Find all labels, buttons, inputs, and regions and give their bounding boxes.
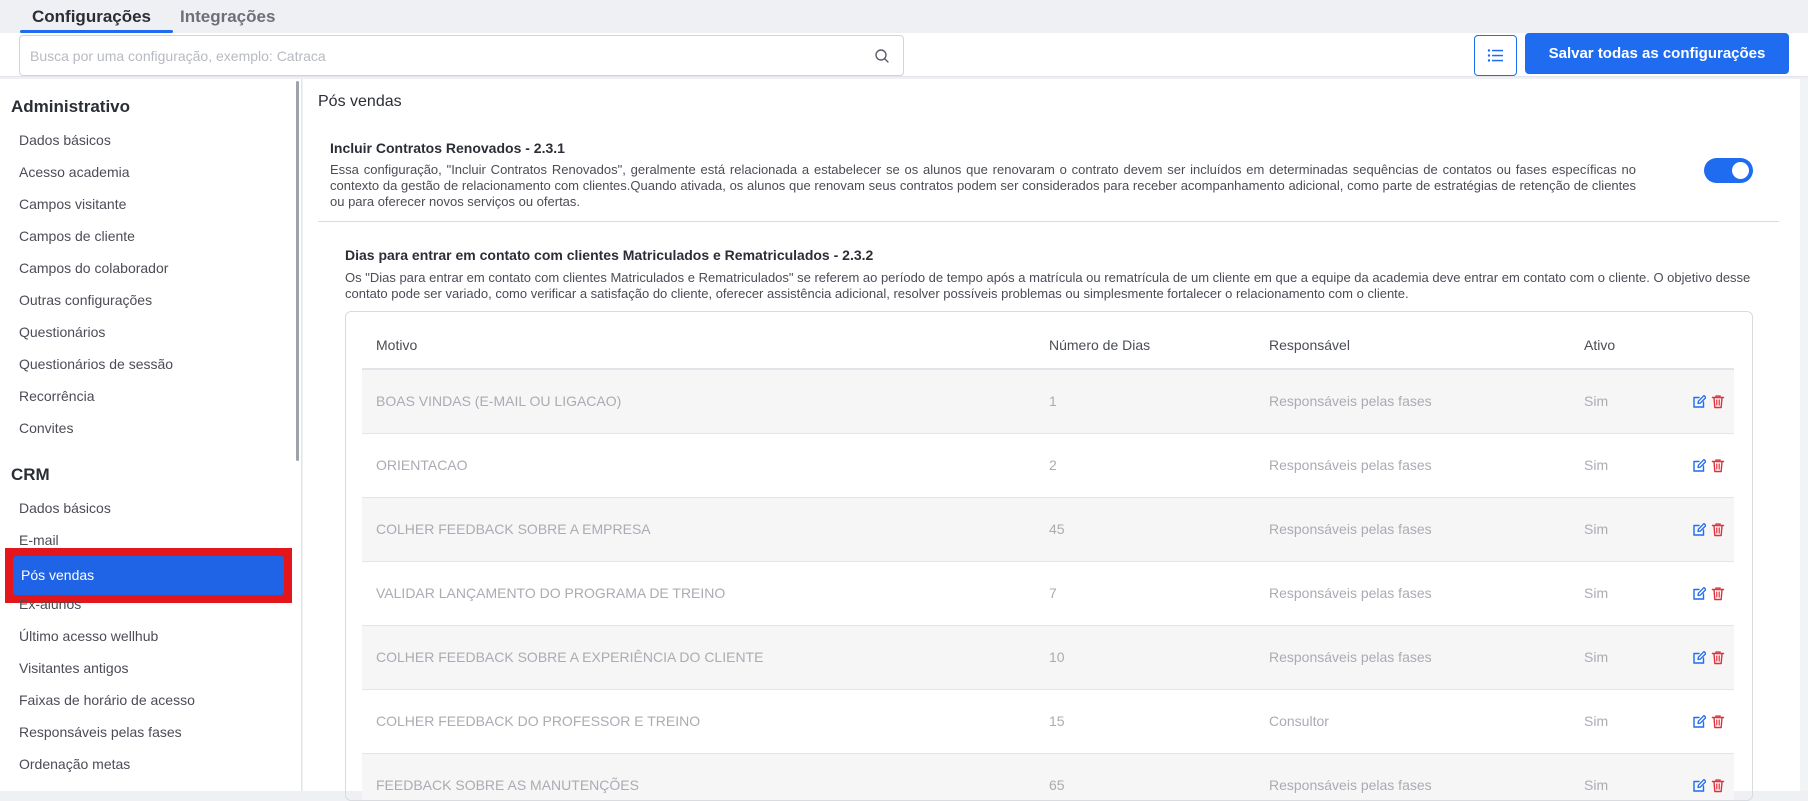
sidebar-item-recorrencia[interactable]: Recorrência bbox=[19, 388, 94, 404]
setting-dias-contato-description: Os "Dias para entrar em contato com clie… bbox=[345, 270, 1751, 301]
column-header-ativo: Ativo bbox=[1584, 337, 1616, 353]
column-header-responsavel: Responsável bbox=[1269, 337, 1350, 353]
incluir-contratos-toggle[interactable] bbox=[1704, 158, 1753, 183]
cell-numero-dias: 2 bbox=[1049, 457, 1057, 473]
table-row: COLHER FEEDBACK SOBRE A EXPERIÊNCIA DO C… bbox=[362, 626, 1734, 690]
toggle-knob bbox=[1732, 162, 1749, 179]
cell-numero-dias: 1 bbox=[1049, 393, 1057, 409]
setting-dias-contato-title: Dias para entrar em contato com clientes… bbox=[345, 247, 874, 263]
save-all-button[interactable]: Salvar todas as configurações bbox=[1525, 33, 1789, 74]
main-content: Pós vendas Incluir Contratos Renovados -… bbox=[303, 79, 1808, 801]
cell-responsavel: Responsáveis pelas fases bbox=[1269, 457, 1432, 473]
edit-icon[interactable] bbox=[1692, 458, 1707, 473]
search-input[interactable] bbox=[30, 36, 870, 75]
sidebar-item-ordenacao-metas[interactable]: Ordenação metas bbox=[19, 756, 130, 772]
pos-vendas-table: Motivo Número de Dias Responsável Ativo … bbox=[345, 311, 1753, 801]
cell-ativo: Sim bbox=[1584, 649, 1609, 665]
sidebar-item-ex-alunos[interactable]: Ex-alunos bbox=[19, 596, 81, 612]
sidebar-item-responsaveis-fases[interactable]: Responsáveis pelas fases bbox=[19, 724, 182, 740]
cell-motivo: COLHER FEEDBACK DO PROFESSOR E TREINO bbox=[376, 713, 701, 729]
divider bbox=[318, 221, 1779, 222]
trash-icon[interactable] bbox=[1711, 458, 1725, 473]
cell-responsavel: Responsáveis pelas fases bbox=[1269, 393, 1432, 409]
table-row: BOAS VINDAS (E-MAIL OU LIGACAO) 1 Responsá… bbox=[362, 370, 1734, 434]
cell-responsavel: Responsáveis pelas fases bbox=[1269, 521, 1432, 537]
sidebar-section-administrativo: Administrativo bbox=[11, 97, 131, 116]
cell-numero-dias: 7 bbox=[1049, 585, 1057, 601]
cell-numero-dias: 10 bbox=[1049, 649, 1065, 665]
table-row: COLHER FEEDBACK DO PROFESSOR E TREINO 15 C… bbox=[362, 690, 1734, 754]
search-box bbox=[19, 35, 904, 76]
trash-icon[interactable] bbox=[1711, 394, 1725, 409]
sidebar-section-crm: CRM bbox=[11, 465, 50, 484]
cell-ativo: Sim bbox=[1584, 713, 1609, 729]
sidebar-item-acesso-academia[interactable]: Acesso academia bbox=[19, 164, 130, 180]
setting-incluir-contratos-title: Incluir Contratos Renovados - 2.3.1 bbox=[330, 140, 565, 156]
sidebar-item-convites[interactable]: Convites bbox=[19, 420, 73, 436]
cell-motivo: BOAS VINDAS (E-MAIL OU LIGACAO) bbox=[376, 393, 622, 409]
cell-ativo: Sim bbox=[1584, 521, 1609, 537]
sidebar-item-campos-visitante[interactable]: Campos visitante bbox=[19, 196, 126, 212]
table-row: COLHER FEEDBACK SOBRE A EMPRESA 45 Respons… bbox=[362, 498, 1734, 562]
edit-icon[interactable] bbox=[1692, 650, 1707, 665]
trash-icon[interactable] bbox=[1711, 714, 1725, 729]
sidebar: Administrativo Dados básicos Acesso acad… bbox=[0, 79, 302, 791]
sidebar-item-campos-colaborador[interactable]: Campos do colaborador bbox=[19, 260, 168, 276]
cell-ativo: Sim bbox=[1584, 457, 1609, 473]
sidebar-item-pos-vendas[interactable]: Pós vendas bbox=[13, 556, 284, 595]
sidebar-item-questionarios[interactable]: Questionários bbox=[19, 324, 105, 340]
tab-bar: Configurações Integrações bbox=[0, 0, 1808, 33]
cell-motivo: ORIENTACAO bbox=[376, 457, 468, 473]
sidebar-item-ultimo-acesso-wellhub[interactable]: Último acesso wellhub bbox=[19, 628, 158, 644]
edit-icon[interactable] bbox=[1692, 394, 1707, 409]
toolbar: Salvar todas as configurações bbox=[0, 33, 1808, 77]
column-header-numero-dias: Número de Dias bbox=[1049, 337, 1151, 353]
cell-ativo: Sim bbox=[1584, 393, 1609, 409]
sidebar-active-highlight: Pós vendas bbox=[5, 548, 292, 603]
table-row: VALIDAR LANÇAMENTO DO PROGRAMA DE TREINO… bbox=[362, 562, 1734, 626]
cell-motivo: COLHER FEEDBACK SOBRE A EXPERIÊNCIA DO C… bbox=[376, 649, 764, 665]
edit-icon[interactable] bbox=[1692, 714, 1707, 729]
sidebar-scrollbar[interactable] bbox=[296, 81, 299, 461]
tab-configuracoes[interactable]: Configurações bbox=[10, 0, 174, 33]
tab-integracoes[interactable]: Integrações bbox=[158, 0, 297, 33]
sidebar-item-questionarios-sessao[interactable]: Questionários de sessão bbox=[19, 356, 173, 372]
cell-responsavel: Responsáveis pelas fases bbox=[1269, 649, 1432, 665]
trash-icon[interactable] bbox=[1711, 522, 1725, 537]
list-icon bbox=[1487, 49, 1503, 62]
search-icon[interactable] bbox=[874, 48, 890, 64]
trash-icon[interactable] bbox=[1711, 650, 1725, 665]
list-view-button[interactable] bbox=[1474, 35, 1517, 76]
trash-icon[interactable] bbox=[1711, 586, 1725, 601]
cell-numero-dias: 45 bbox=[1049, 521, 1065, 537]
cell-responsavel: Responsáveis pelas fases bbox=[1269, 585, 1432, 601]
sidebar-item-dados-basicos[interactable]: Dados básicos bbox=[19, 132, 111, 148]
table-row: ORIENTACAO 2 Responsáveis pelas fases Sim bbox=[362, 434, 1734, 498]
cell-motivo: VALIDAR LANÇAMENTO DO PROGRAMA DE TREINO bbox=[376, 585, 726, 601]
cell-ativo: Sim bbox=[1584, 585, 1609, 601]
main-scrollbar[interactable] bbox=[1800, 79, 1808, 791]
cell-numero-dias: 15 bbox=[1049, 713, 1065, 729]
edit-icon[interactable] bbox=[1692, 522, 1707, 537]
sidebar-item-email[interactable]: E-mail bbox=[19, 532, 59, 548]
cell-responsavel: Consultor bbox=[1269, 713, 1329, 729]
sidebar-item-visitantes-antigos[interactable]: Visitantes antigos bbox=[19, 660, 128, 676]
edit-icon[interactable] bbox=[1692, 586, 1707, 601]
page-title: Pós vendas bbox=[318, 93, 402, 110]
sidebar-item-crm-dados-basicos[interactable]: Dados básicos bbox=[19, 500, 111, 516]
sidebar-item-campos-cliente[interactable]: Campos de cliente bbox=[19, 228, 135, 244]
setting-incluir-contratos-description: Essa configuração, "Incluir Contratos Re… bbox=[330, 162, 1636, 209]
sidebar-item-faixas-horario[interactable]: Faixas de horário de acesso bbox=[19, 692, 195, 708]
column-header-motivo: Motivo bbox=[376, 337, 418, 353]
table-row: FEEDBACK SOBRE AS MANUTENÇÕES 65 Responsáv… bbox=[362, 754, 1734, 800]
cell-motivo: COLHER FEEDBACK SOBRE A EMPRESA bbox=[376, 521, 651, 537]
sidebar-item-outras-configuracoes[interactable]: Outras configurações bbox=[19, 292, 152, 308]
